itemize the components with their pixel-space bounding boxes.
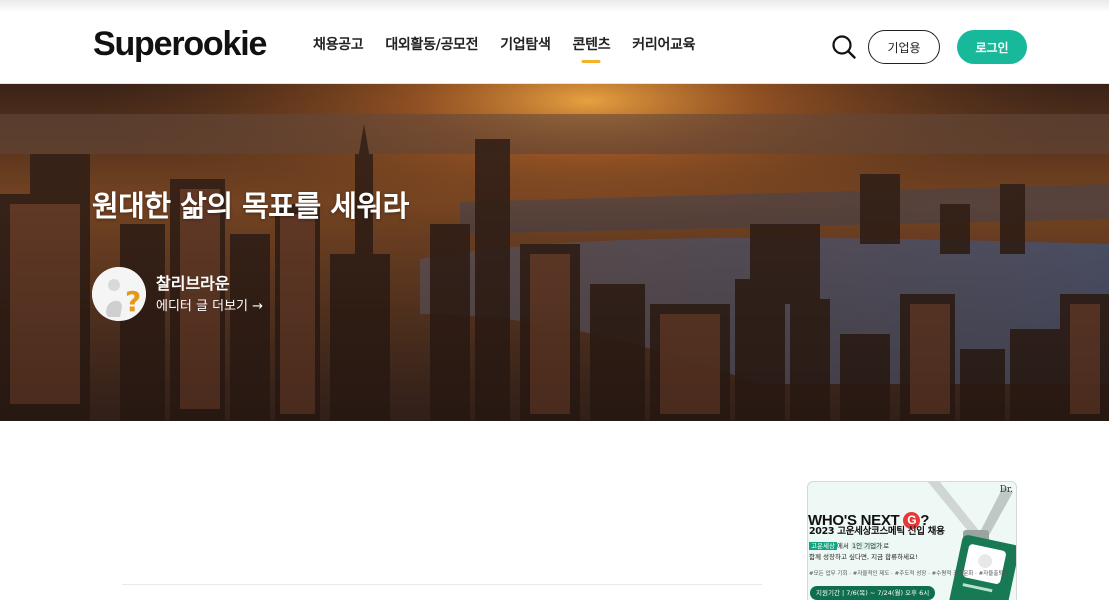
content-divider — [122, 584, 762, 585]
ad-brand-mark: Dr. — [999, 485, 1013, 495]
ad-line-1-end: 로 — [883, 542, 890, 550]
more-articles-link[interactable]: 에디터 글 더보기 → — [156, 297, 263, 317]
main-nav: 채용공고 대외활동/공모전 기업탐색 콘텐츠 커리어교육 — [313, 35, 695, 55]
nav-item-companies[interactable]: 기업탐색 — [500, 35, 551, 55]
recruitment-ad-banner[interactable]: Dr. WHO'S NEXT G? 2023 고운세상코스메틱 신입 채용 고운… — [807, 481, 1017, 600]
author-name[interactable]: 찰리브라운 — [156, 272, 230, 296]
ad-application-period: 지원기간 | 7/6(목) ~ 7/24(월) 오후 6시 — [810, 586, 936, 600]
site-header: Superookie 채용공고 대외활동/공모전 기업탐색 콘텐츠 커리어교육 … — [0, 0, 1109, 84]
ad-line-1-mid: 에서 — [836, 542, 849, 550]
login-button[interactable]: 로그인 — [957, 30, 1027, 64]
author-avatar[interactable]: ? — [92, 267, 146, 321]
search-icon[interactable] — [831, 34, 857, 60]
lanyard-id-card-illustration — [928, 482, 1016, 600]
hero-banner: 원대한 삶의 목표를 세워라 ? 찰리브라운 에디터 글 더보기 → — [0, 84, 1109, 421]
ad-highlight: 1인 기업가 — [850, 542, 884, 550]
header-top-shadow — [0, 0, 1109, 12]
ad-company-chip: 고운세상 — [809, 542, 837, 550]
nav-item-activities[interactable]: 대외활동/공모전 — [385, 35, 478, 55]
superookie-logo[interactable]: Superookie — [93, 24, 267, 64]
ad-line-1: 고운세상 에서 1인 기업가로 — [809, 540, 889, 550]
nav-item-career-education[interactable]: 커리어교육 — [632, 35, 695, 55]
ad-line-2: 함께 성장하고 싶다면, 지금 합류하세요! — [809, 553, 918, 561]
business-button[interactable]: 기업용 — [868, 30, 940, 64]
ad-hashtags: #모든 업무 기회 · #자율적인 제도 · #주도적 성장 · #수평적 조직… — [809, 571, 1009, 577]
nav-item-jobs[interactable]: 채용공고 — [313, 35, 364, 55]
nav-item-contents[interactable]: 콘텐츠 — [573, 35, 611, 55]
hero-cityscape-image — [0, 84, 1109, 421]
ad-subheadline: 2023 고운세상코스메틱 신입 채용 — [809, 526, 945, 537]
article-title: 원대한 삶의 목표를 세워라 — [92, 189, 409, 223]
